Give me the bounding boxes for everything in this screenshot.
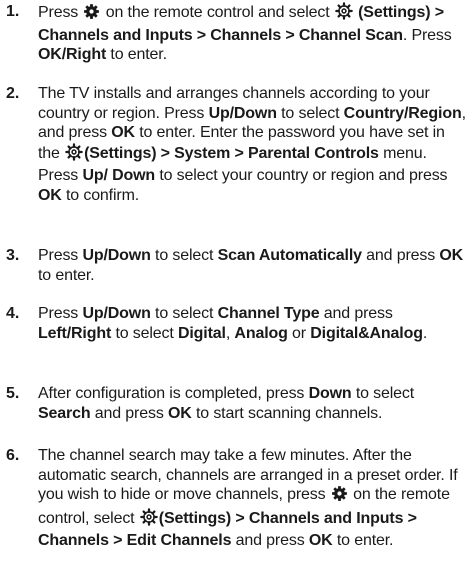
- bold-term: OK: [111, 124, 135, 141]
- step-number: 5.: [6, 385, 20, 402]
- text-run: and press: [361, 247, 440, 264]
- bold-term: OK: [38, 186, 62, 204]
- text-run: After configuration is completed, press: [38, 385, 309, 402]
- text-run: to enter.: [38, 266, 95, 284]
- step-4: 4. Press Up/Down to select Channel Type …: [0, 304, 476, 343]
- bold-term: Country/Region: [343, 104, 462, 122]
- step-number: 4.: [6, 305, 20, 322]
- text-run: to select: [150, 247, 218, 264]
- step-text: After configuration is completed, press …: [38, 384, 466, 423]
- step-text: Press Up/Down to select Channel Type and…: [38, 304, 466, 343]
- bold-term: Digital&Analog: [310, 324, 423, 342]
- settings-icon: [139, 507, 158, 532]
- step-text: The TV installs and arranges channels ac…: [38, 84, 466, 205]
- text-run: on the remote control and select: [101, 4, 334, 21]
- bold-term: Digital: [177, 324, 226, 342]
- text-run: to select: [111, 324, 178, 342]
- bold-term: Up/Down: [82, 247, 151, 264]
- bold-term: Search: [38, 404, 91, 422]
- text-run: to start scanning channels.: [191, 404, 383, 422]
- text-run: and press: [90, 404, 168, 422]
- text-run: to select: [276, 104, 344, 122]
- text-run: to select your country or region and pre…: [155, 167, 448, 184]
- text-run: to enter.: [106, 46, 167, 63]
- bold-term: Up/ Down: [82, 167, 156, 184]
- text-run: Press: [38, 247, 83, 264]
- instruction-steps: 1. Press on the remote control and selec…: [0, 0, 476, 566]
- bold-term: OK/Right: [38, 46, 107, 63]
- settings-icon: [335, 2, 353, 26]
- text-run: and press: [231, 532, 309, 549]
- bold-term: Channel Type: [217, 305, 320, 322]
- text-run: or: [287, 324, 311, 342]
- text-run: to enter.: [332, 532, 394, 549]
- step-number: 6.: [6, 447, 20, 464]
- bold-term: Down: [308, 385, 352, 402]
- bold-term: OK: [167, 404, 192, 422]
- text-run: to confirm.: [61, 186, 140, 204]
- settings-icon: [65, 142, 83, 167]
- gear-icon: [83, 3, 100, 26]
- bold-term: (Settings) > System > Parental Controls: [84, 144, 379, 162]
- bold-term: Left/Right: [38, 324, 112, 342]
- bold-term: Analog: [234, 324, 288, 342]
- step-text: The channel search may take a few minute…: [38, 446, 466, 551]
- text-run: to select: [150, 305, 218, 322]
- step-text: Press Up/Down to select Scan Automatical…: [38, 246, 466, 285]
- step-5: 5. After configuration is completed, pre…: [0, 384, 476, 423]
- step-number: 2.: [6, 85, 20, 102]
- text-run: and press: [319, 305, 393, 322]
- step-1: 1. Press on the remote control and selec…: [0, 2, 476, 65]
- bold-term: Scan Automatically: [217, 247, 362, 264]
- step-text: Press on the remote control and select (…: [38, 2, 466, 65]
- step-number: 3.: [6, 247, 20, 264]
- bold-term: OK: [439, 247, 464, 264]
- text-run: to select: [351, 385, 415, 402]
- step-2: 2. The TV installs and arranges channels…: [0, 84, 476, 205]
- step-number: 1.: [6, 3, 20, 20]
- bold-term: Up/Down: [208, 104, 277, 122]
- bold-term: OK: [308, 532, 333, 549]
- text-run: Press: [38, 305, 83, 322]
- text-run: .: [422, 324, 428, 342]
- text-run: . Press: [402, 26, 452, 44]
- step-6: 6. The channel search may take a few min…: [0, 446, 476, 551]
- step-3: 3. Press Up/Down to select Scan Automati…: [0, 246, 476, 285]
- bold-term: Up/Down: [82, 305, 151, 322]
- gear-icon: [331, 485, 348, 508]
- text-run: Press: [38, 4, 83, 21]
